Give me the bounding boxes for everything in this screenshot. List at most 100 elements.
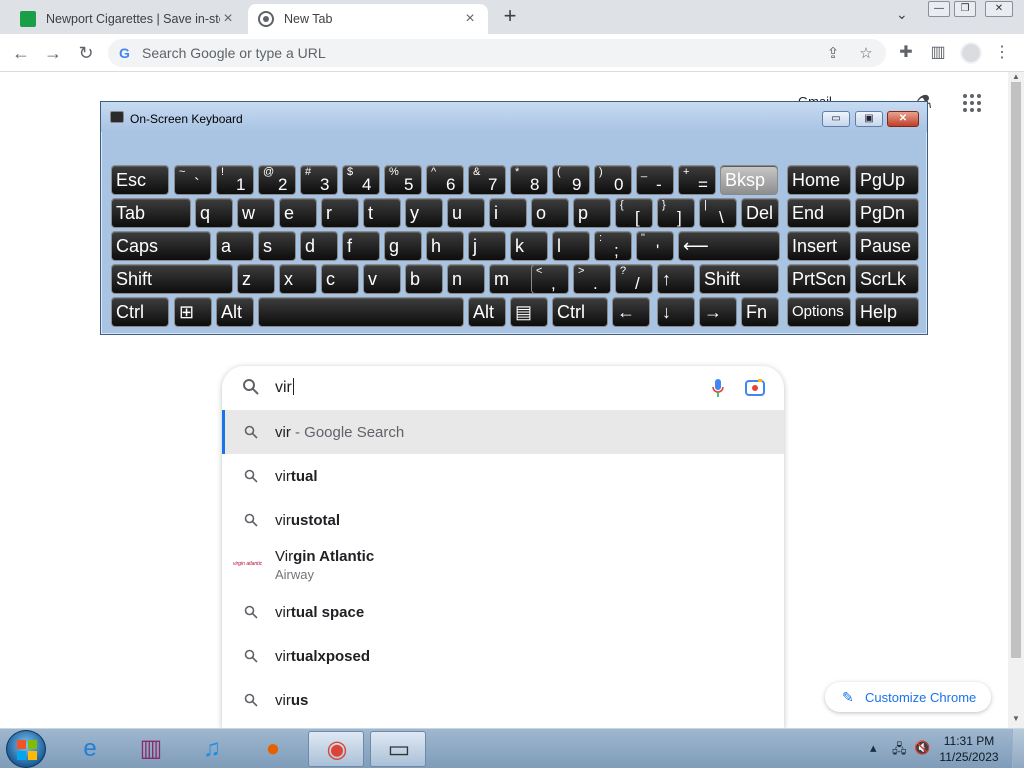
- key-5[interactable]: % 5: [384, 165, 422, 195]
- new-tab-button[interactable]: +: [498, 5, 522, 29]
- key-key3-10[interactable]: ? /: [615, 264, 653, 294]
- extensions-puzzle-icon[interactable]: ✚: [896, 43, 916, 63]
- back-arrow-icon[interactable]: ←: [9, 41, 33, 65]
- key-shift[interactable]: Shift: [699, 264, 779, 294]
- key-key4-9[interactable]: →: [699, 297, 737, 327]
- key-key2-12[interactable]: ⟵: [678, 231, 780, 261]
- key-w[interactable]: w: [237, 198, 275, 228]
- key-9[interactable]: (9: [552, 165, 590, 195]
- key-key3-11[interactable]: ↑: [657, 264, 695, 294]
- key-i[interactable]: i: [489, 198, 527, 228]
- key-t[interactable]: t: [363, 198, 401, 228]
- key-s[interactable]: s: [258, 231, 296, 261]
- search-input[interactable]: vir: [222, 366, 784, 410]
- key-key4-7[interactable]: ←: [612, 297, 650, 327]
- key-caps[interactable]: Caps: [111, 231, 211, 261]
- key-key0-1[interactable]: ~ `: [174, 165, 212, 195]
- osk-minimize-button[interactable]: ▭: [822, 111, 850, 127]
- key-h[interactable]: h: [426, 231, 464, 261]
- key-j[interactable]: j: [468, 231, 506, 261]
- page-scrollbar[interactable]: ▲ ▼: [1008, 72, 1024, 728]
- key-f[interactable]: f: [342, 231, 380, 261]
- window-close-button[interactable]: ✕: [985, 1, 1013, 17]
- taskbar-app-chrome[interactable]: ◉: [308, 731, 364, 767]
- key-prtscn[interactable]: PrtScn: [787, 264, 851, 294]
- taskbar-app-ie[interactable]: e: [62, 731, 118, 767]
- key-del[interactable]: Del: [741, 198, 779, 228]
- key-z[interactable]: z: [237, 264, 275, 294]
- volume-muted-icon[interactable]: 🔇: [914, 740, 930, 756]
- scroll-down-icon[interactable]: ▼: [1012, 714, 1020, 723]
- side-panel-icon[interactable]: ▥: [928, 43, 948, 63]
- key-tab[interactable]: Tab: [111, 198, 191, 228]
- search-suggestion[interactable]: vir - Google Search: [222, 410, 784, 454]
- key-p[interactable]: p: [573, 198, 611, 228]
- key-key4-8[interactable]: ↓: [657, 297, 695, 327]
- key-bksp[interactable]: Bksp: [720, 165, 778, 195]
- key-x[interactable]: x: [279, 264, 317, 294]
- show-hidden-icons-icon[interactable]: ▴: [870, 740, 877, 756]
- system-clock[interactable]: 11:31 PM 11/25/2023: [934, 733, 1004, 765]
- key-pause[interactable]: Pause: [855, 231, 919, 261]
- key-6[interactable]: ^ 6: [426, 165, 464, 195]
- scroll-up-icon[interactable]: ▲: [1012, 72, 1020, 81]
- customize-chrome-button[interactable]: ✎ Customize Chrome: [825, 682, 991, 712]
- key-o[interactable]: o: [531, 198, 569, 228]
- search-suggestion[interactable]: virtualxposed: [222, 634, 784, 678]
- tab-search-chevron-icon[interactable]: ⌄: [896, 6, 914, 26]
- close-tab-icon[interactable]: ×: [462, 11, 478, 27]
- taskbar-app-winrar[interactable]: ▥: [123, 731, 179, 767]
- osk-restore-button[interactable]: ▣: [855, 111, 883, 127]
- chrome-menu-icon[interactable]: ⋮: [992, 43, 1012, 63]
- key-b[interactable]: b: [405, 264, 443, 294]
- reload-icon[interactable]: ↻: [74, 41, 98, 65]
- key-key2-11[interactable]: " ': [636, 231, 674, 261]
- key-options[interactable]: Options: [787, 297, 851, 327]
- key-n[interactable]: n: [447, 264, 485, 294]
- key-key3-9[interactable]: >.: [573, 264, 611, 294]
- key-e[interactable]: e: [279, 198, 317, 228]
- osk-titlebar[interactable]: On-Screen Keyboard ▭ ▣ ✕: [101, 102, 927, 132]
- key-key1-12[interactable]: }]: [657, 198, 695, 228]
- key-key2-10[interactable]: :;: [594, 231, 632, 261]
- key-insert[interactable]: Insert: [787, 231, 851, 261]
- key-u[interactable]: u: [447, 198, 485, 228]
- key-home[interactable]: Home: [787, 165, 851, 195]
- key-key1-13[interactable]: | \: [699, 198, 737, 228]
- key-key4-3[interactable]: [258, 297, 464, 327]
- key-1[interactable]: ! 1: [216, 165, 254, 195]
- key-a[interactable]: a: [216, 231, 254, 261]
- key-7[interactable]: & 7: [468, 165, 506, 195]
- key-key0-13[interactable]: + =: [678, 165, 716, 195]
- key-3[interactable]: #3: [300, 165, 338, 195]
- key-ctrl[interactable]: Ctrl: [552, 297, 608, 327]
- forward-arrow-icon[interactable]: →: [41, 41, 65, 65]
- key-help[interactable]: Help: [855, 297, 919, 327]
- key-fn[interactable]: Fn: [741, 297, 779, 327]
- key-g[interactable]: g: [384, 231, 422, 261]
- taskbar-app-itunes[interactable]: ♫: [184, 731, 240, 767]
- omnibox[interactable]: G Search Google or type a URL ⇪ ☆: [108, 39, 886, 67]
- key-2[interactable]: @2: [258, 165, 296, 195]
- key-end[interactable]: End: [787, 198, 851, 228]
- start-button[interactable]: [6, 730, 46, 768]
- taskbar-app-firefox[interactable]: ●: [245, 731, 301, 767]
- network-icon[interactable]: 🖧: [892, 740, 907, 762]
- key-0[interactable]: ) 0: [594, 165, 632, 195]
- osk-close-button[interactable]: ✕: [887, 111, 919, 127]
- search-suggestion[interactable]: virus: [222, 678, 784, 722]
- key-pgdn[interactable]: PgDn: [855, 198, 919, 228]
- close-tab-icon[interactable]: ×: [220, 11, 236, 27]
- key-shift[interactable]: Shift: [111, 264, 233, 294]
- search-suggestion[interactable]: virtual: [222, 454, 784, 498]
- tab-new-tab[interactable]: New Tab ×: [248, 4, 488, 34]
- voice-search-mic-icon[interactable]: [711, 378, 725, 398]
- key-alt[interactable]: Alt: [216, 297, 254, 327]
- google-lens-camera-icon[interactable]: [745, 378, 765, 398]
- key-ctrl[interactable]: Ctrl: [111, 297, 169, 327]
- window-restore-button[interactable]: ❐: [954, 1, 976, 17]
- key-key3-8[interactable]: <,: [531, 264, 569, 294]
- search-input-text[interactable]: vir: [275, 378, 294, 397]
- taskbar-app-on-screen-keyboard[interactable]: ▭: [370, 731, 426, 767]
- key-q[interactable]: q: [195, 198, 233, 228]
